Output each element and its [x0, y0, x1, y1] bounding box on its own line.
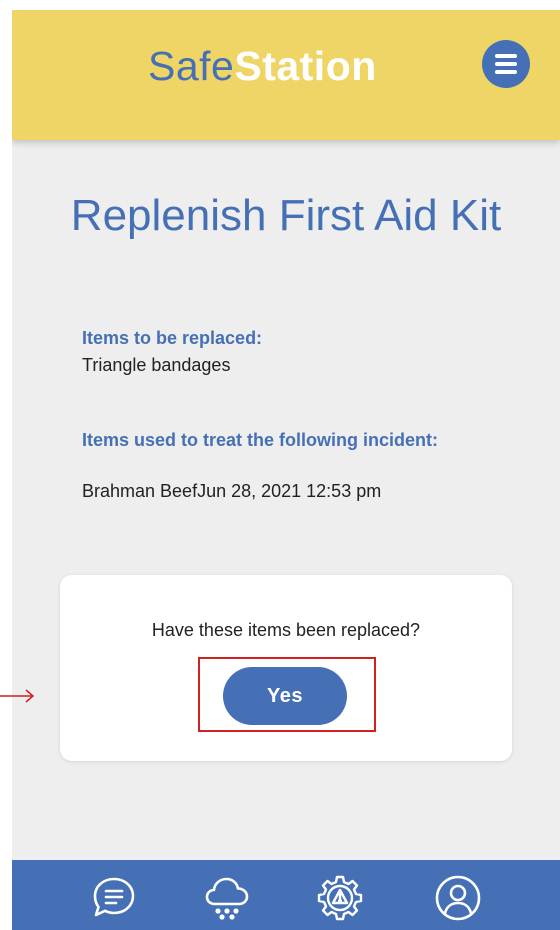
hamburger-menu-icon[interactable]	[482, 40, 530, 88]
pointer-arrow-icon	[0, 689, 35, 703]
menu-line	[495, 62, 517, 66]
page-title: Replenish First Aid Kit	[70, 191, 502, 240]
app-logo: SafeStation	[148, 38, 377, 94]
logo-text-safe: Safe	[148, 43, 235, 89]
chat-bubble-icon[interactable]	[88, 872, 140, 924]
incident-value: Brahman BeefJun 28, 2021 12:53 pm	[82, 481, 382, 501]
hazard-gear-icon[interactable]	[314, 872, 366, 924]
confirmation-question: Have these items been replaced?	[151, 620, 421, 640]
confirmation-card: Have these items been replaced? Yes	[60, 575, 512, 761]
weather-cloud-icon[interactable]	[201, 872, 253, 924]
menu-line	[495, 54, 517, 58]
yes-button[interactable]: Yes	[223, 667, 347, 725]
menu-line	[495, 70, 517, 74]
incident-label: Items used to treat the following incide…	[82, 430, 439, 450]
user-profile-icon[interactable]	[432, 872, 484, 924]
items-to-replace-value: Triangle bandages	[82, 355, 231, 375]
logo-text-station: Station	[234, 43, 377, 89]
app-screen: SafeStation Replenish First Aid Kit Item…	[12, 10, 560, 930]
bottom-navigation	[12, 860, 560, 930]
app-header: SafeStation	[12, 10, 560, 140]
items-to-replace-label: Items to be replaced:	[82, 328, 263, 348]
